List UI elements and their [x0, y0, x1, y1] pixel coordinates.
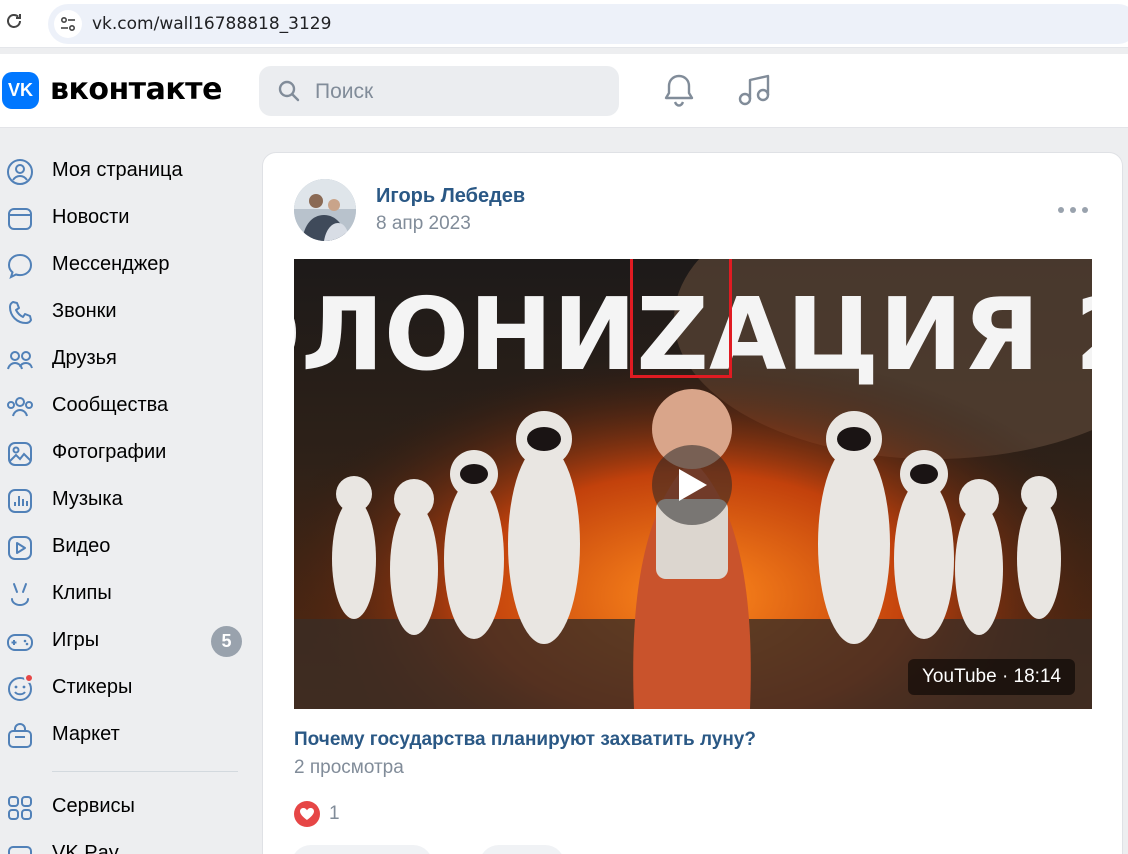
- sidebar-item-label: Клипы: [52, 582, 112, 604]
- clips-icon: [11, 583, 29, 606]
- sidebar-item-clips[interactable]: Клипы: [0, 571, 250, 618]
- sidebar-item-label: Моя страница: [52, 159, 183, 181]
- video-icon: [8, 536, 32, 560]
- services-icon: [8, 796, 32, 820]
- notification-badge: 5: [211, 626, 242, 657]
- sidebar-item-label: Сообщества: [52, 394, 169, 416]
- heart-icon[interactable]: [294, 801, 320, 827]
- news-icon: [8, 208, 32, 230]
- site-settings-icon[interactable]: [54, 10, 82, 38]
- games-icon: [7, 634, 33, 651]
- sidebar-item-label: VK Pay: [52, 842, 119, 854]
- vk-logo-icon[interactable]: VK: [2, 72, 39, 109]
- post-date[interactable]: 8 апр 2023: [376, 213, 471, 235]
- sidebar-nav: Моя страница Новости Мессенджер Звонки Д…: [0, 148, 250, 854]
- sidebar-item-friends[interactable]: Друзья: [0, 336, 250, 383]
- site-header: VK вконтакте Поиск: [0, 54, 1128, 128]
- highlight-box: [630, 259, 732, 378]
- url-text[interactable]: vk.com/wall16788818_3129: [92, 14, 331, 34]
- sidebar-item-label: Фотографии: [52, 441, 167, 463]
- sidebar-item-stickers[interactable]: Стикеры: [0, 665, 250, 712]
- market-icon: [8, 723, 32, 748]
- author-avatar[interactable]: [294, 179, 356, 241]
- play-icon[interactable]: [652, 445, 732, 525]
- view-count: 2 просмотра: [294, 757, 404, 778]
- sidebar-item-vkpay[interactable]: VK Pay: [0, 831, 250, 854]
- sidebar-item-calls[interactable]: Звонки: [0, 289, 250, 336]
- video-title-link[interactable]: Почему государства планируют захватить л…: [294, 729, 756, 751]
- sidebar-item-label: Мессенджер: [52, 253, 170, 275]
- video-player[interactable]: КОЛОНИZАЦИЯ 2.0 YouTube · 18:14: [294, 259, 1092, 709]
- sidebar-item-services[interactable]: Сервисы: [0, 784, 250, 831]
- bell-icon[interactable]: [662, 72, 696, 108]
- new-dot: [24, 673, 34, 683]
- sidebar-item-label: Сервисы: [52, 795, 135, 817]
- more-options-icon[interactable]: [1058, 203, 1088, 217]
- browser-toolbar: vk.com/wall16788818_3129: [0, 0, 1128, 48]
- sidebar-item-video[interactable]: Видео: [0, 524, 250, 571]
- share-button[interactable]: [479, 845, 565, 854]
- messenger-icon: [7, 253, 33, 279]
- vkpay-icon: [8, 846, 32, 854]
- sidebar-item-photos[interactable]: Фотографии: [0, 430, 250, 477]
- phone-icon: [9, 301, 32, 324]
- sidebar-item-label: Игры: [52, 629, 100, 651]
- sidebar-item-label: Музыка: [52, 488, 123, 510]
- sidebar-item-market[interactable]: Маркет: [0, 712, 250, 759]
- vk-wordmark[interactable]: вконтакте: [50, 72, 222, 107]
- sidebar-item-label: Видео: [52, 535, 111, 557]
- search-placeholder: Поиск: [315, 80, 374, 103]
- search-input[interactable]: Поиск: [259, 66, 619, 116]
- author-name[interactable]: Игорь Лебедев: [376, 185, 525, 208]
- music-icon: [8, 489, 32, 513]
- sidebar-item-label: Друзья: [52, 347, 117, 369]
- sidebar-item-label: Маркет: [52, 723, 120, 745]
- reload-icon[interactable]: [4, 11, 24, 31]
- search-icon: [278, 80, 300, 102]
- wall-post: Игорь Лебедев 8 апр 2023 ЛОНИZАЦИЯ YouTu…: [262, 152, 1123, 854]
- sidebar-item-communities[interactable]: Сообщества: [0, 383, 250, 430]
- sidebar-item-messenger[interactable]: Мессенджер: [0, 242, 250, 289]
- sidebar-item-music[interactable]: Музыка: [0, 477, 250, 524]
- sidebar-item-label: Новости: [52, 206, 130, 228]
- reaction-button[interactable]: [291, 845, 433, 854]
- profile-icon: [7, 159, 33, 185]
- sidebar-item-games[interactable]: Игры 5: [0, 618, 250, 665]
- photos-icon: [8, 442, 32, 466]
- sidebar-item-label: Стикеры: [52, 676, 133, 698]
- friends-icon: [7, 351, 33, 370]
- sidebar-item-label: Звонки: [52, 300, 117, 322]
- sidebar-item-news[interactable]: Новости: [0, 195, 250, 242]
- like-count: 1: [329, 803, 340, 824]
- sidebar-divider: [52, 771, 238, 772]
- communities-icon: [7, 397, 33, 417]
- sidebar-item-my-page[interactable]: Моя страница: [0, 148, 250, 195]
- address-bar[interactable]: vk.com/wall16788818_3129: [48, 4, 1128, 44]
- video-source-duration: YouTube · 18:14: [908, 659, 1076, 695]
- music-icon[interactable]: [736, 72, 772, 108]
